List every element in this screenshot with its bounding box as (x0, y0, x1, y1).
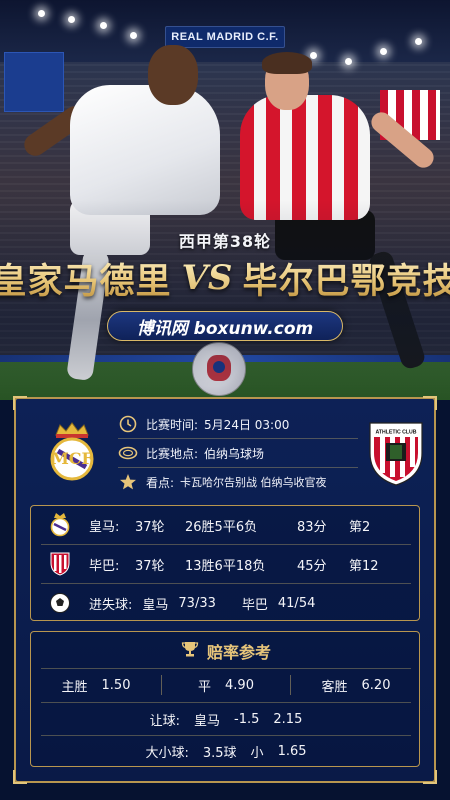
floodlight (310, 52, 317, 59)
standing-points: 83分 (297, 519, 327, 535)
match-info-list: 比赛时间: 5月24日 03:00 比赛地点: 伯纳乌球场 看点: 卡瓦哈尔告别… (118, 411, 358, 495)
floodlight (100, 22, 107, 29)
floodlight (130, 32, 137, 39)
handicap-row: 让球: 皇马 -1.5 2.15 (31, 704, 421, 734)
goals-away-value: 41/54 (277, 595, 316, 611)
away-win-value: 6.20 (361, 677, 391, 693)
match-highlight-row: 看点: 卡瓦哈尔告别战 伯纳乌收官夜 (118, 469, 358, 495)
away-standing-row: 毕巴: 37轮 13胜6平18负 45分 第12 (31, 545, 421, 583)
match-details: MCF 比赛时间: 5月24日 03:00 比赛地点: 伯纳乌球场 看点: 卡瓦… (26, 409, 424, 497)
standing-record: 13胜6平18负 (185, 558, 266, 574)
odds-box: 赔率参考 主胜 1.50 平 4.90 客胜 6.20 让球: 皇马 -1.5 … (30, 631, 420, 767)
athletic-club-crest-icon: ATHLETIC CLUB (369, 422, 423, 486)
total-goals-row: 大小球: 3.5球 小 1.65 (31, 736, 421, 766)
match-highlight-value: 卡瓦哈尔告别战 伯纳乌收官夜 (180, 476, 327, 489)
divider (118, 467, 358, 468)
goals-row: 进失球: 皇马 73/33 毕巴 41/54 (31, 584, 421, 622)
divider (41, 668, 411, 669)
away-win-odds: 客胜 6.20 (291, 670, 421, 700)
stadium-icon (118, 443, 138, 463)
floodlight (38, 10, 45, 17)
clock-icon (118, 414, 138, 434)
standing-rounds: 37轮 (135, 558, 165, 574)
odds-header: 赔率参考 (31, 638, 421, 664)
home-win-odds: 主胜 1.50 (31, 670, 161, 700)
handicap-value: 2.15 (273, 711, 303, 727)
goals-home-value: 73/33 (178, 595, 216, 611)
total-line: 3.5球 (202, 745, 237, 761)
standing-rank: 第2 (349, 519, 371, 535)
floodlight (68, 16, 75, 23)
goals-away-name: 毕巴 (241, 597, 268, 613)
trophy-icon (181, 640, 199, 662)
handicap-odds: 让球: 皇马 -1.5 2.15 (150, 704, 303, 734)
standing-record: 26胜5平6负 (185, 519, 258, 535)
match-odds-row: 主胜 1.50 平 4.90 客胜 6.20 (31, 670, 421, 700)
stadium-sign: REAL MADRID C.F. (165, 26, 285, 48)
total-value: 1.65 (277, 743, 307, 759)
standing-team: 皇马: (89, 519, 120, 535)
football-icon (45, 590, 75, 616)
athletic-mini-crest-icon (45, 551, 75, 577)
frame-corner (13, 396, 27, 410)
handicap-team: 皇马 (194, 713, 221, 729)
total-label: 大小球: (145, 745, 189, 761)
match-venue-value: 伯纳乌球场 (204, 446, 265, 461)
frame-corner (423, 396, 437, 410)
divider (41, 702, 411, 703)
match-time-value: 5月24日 03:00 (204, 417, 290, 432)
odds-title: 赔率参考 (206, 643, 271, 662)
real-madrid-crest-icon: MCF (50, 422, 94, 481)
standing-team: 毕巴: (89, 558, 120, 574)
match-venue-row: 比赛地点: 伯纳乌球场 (118, 440, 358, 466)
real-madrid-banner (4, 52, 64, 112)
floodlight (380, 48, 387, 55)
frame-corner (13, 770, 27, 784)
total-goals-odds: 大小球: 3.5球 小 1.65 (145, 736, 306, 766)
draw-label: 平 (198, 679, 212, 695)
vs-label: VS (181, 258, 233, 298)
standing-rank: 第12 (349, 558, 379, 574)
home-team-name: 皇家马德里 (0, 253, 172, 304)
away-win-label: 客胜 (321, 679, 348, 695)
athletic-crest-text: ATHLETIC CLUB (375, 430, 416, 436)
round-title: 西甲第38轮 (178, 232, 272, 251)
home-win-label: 主胜 (61, 679, 88, 695)
site-link[interactable]: 博讯网 boxunw.com (107, 311, 343, 341)
total-side: 小 (250, 745, 264, 761)
match-poster: REAL MADRID C.F. 西甲第38轮 皇家马德里 VS 毕尔巴鄂竞技 … (0, 0, 450, 800)
divider (118, 438, 358, 439)
standing-rounds: 37轮 (135, 519, 165, 535)
home-standing-row: 皇马: 37轮 26胜5平6负 83分 第2 (31, 506, 421, 544)
goals-label: 进失球: (89, 597, 133, 613)
floodlight (345, 58, 352, 65)
real-madrid-mini-crest-icon (45, 512, 75, 538)
svg-text:MCF: MCF (51, 449, 93, 468)
standing-points: 45分 (297, 558, 327, 574)
frame-corner (423, 770, 437, 784)
match-venue-label: 比赛地点: (146, 446, 199, 461)
floodlight (415, 38, 422, 45)
draw-odds: 平 4.90 (162, 670, 290, 700)
match-time-label: 比赛时间: (146, 417, 199, 432)
away-team-name: 毕尔巴鄂竞技 (242, 253, 450, 304)
star-icon (118, 472, 138, 492)
handicap-line: -1.5 (234, 711, 260, 727)
draw-value: 4.90 (225, 677, 254, 693)
goals-home-name: 皇马 (142, 597, 169, 613)
match-time-row: 比赛时间: 5月24日 03:00 (118, 411, 358, 437)
matchup-headline: 皇家马德里 VS 毕尔巴鄂竞技 (0, 254, 450, 302)
home-win-value: 1.50 (101, 677, 131, 693)
match-highlight-label: 看点: (146, 475, 175, 490)
handicap-label: 让球: (149, 713, 181, 729)
standings-box: 皇马: 37轮 26胜5平6负 83分 第2 毕巴: 37轮 13胜6平18负 … (30, 505, 420, 621)
info-panel: MCF 比赛时间: 5月24日 03:00 比赛地点: 伯纳乌球场 看点: 卡瓦… (13, 396, 437, 784)
